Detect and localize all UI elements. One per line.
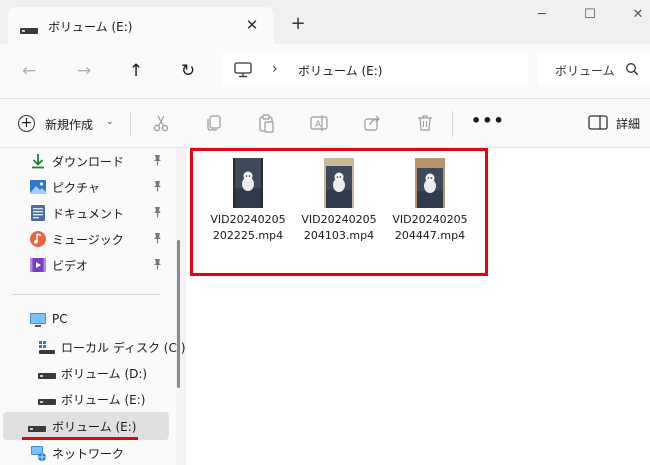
sidebar-item-label: ピクチャ xyxy=(52,181,100,195)
command-bar: + 新規作成 ⌄ A ••• 詳細 xyxy=(0,98,650,148)
sidebar-item-label: ボリューム (D:) xyxy=(61,367,148,381)
local-disk-icon xyxy=(38,338,56,356)
pin-icon[interactable] xyxy=(152,180,163,195)
tab-volume-e[interactable]: ボリューム (E:) ✕ xyxy=(8,7,274,44)
sidebar-item-label: ダウンロード xyxy=(52,155,125,169)
back-button[interactable]: ← xyxy=(17,59,41,83)
more-options-button[interactable]: ••• xyxy=(471,111,505,130)
sidebar-item-label: ローカル ディスク (C:) xyxy=(61,341,186,355)
tab-close-icon[interactable]: ✕ xyxy=(242,15,262,35)
sidebar-scrollbar[interactable] xyxy=(177,240,180,388)
cut-icon[interactable] xyxy=(151,113,173,135)
pictures-icon xyxy=(29,178,47,196)
sidebar-item-volume-e[interactable]: ボリューム (E:) xyxy=(3,413,169,439)
sidebar-item-label: ミュージック xyxy=(52,233,124,247)
minimize-button[interactable]: ─ xyxy=(530,5,554,25)
toolbar-divider xyxy=(130,111,131,137)
sidebar-item-music[interactable]: ミュージック xyxy=(0,226,176,252)
pin-icon[interactable] xyxy=(152,258,163,273)
file-item[interactable]: VID20240205204103.mp4 xyxy=(300,156,378,266)
delete-icon[interactable] xyxy=(415,113,437,135)
sidebar-divider xyxy=(12,294,160,295)
share-icon[interactable] xyxy=(362,113,384,135)
sidebar-item-label: PC xyxy=(52,312,68,326)
sidebar-item-videos[interactable]: ビデオ xyxy=(0,252,176,278)
drive-icon xyxy=(20,23,38,37)
drive-icon xyxy=(38,394,56,412)
address-bar[interactable]: › ボリューム (E:) xyxy=(222,53,528,87)
pin-icon[interactable] xyxy=(152,232,163,247)
pin-icon[interactable] xyxy=(152,206,163,221)
file-item[interactable]: VID20240205202225.mp4 xyxy=(209,156,287,266)
up-button[interactable]: ↑ xyxy=(124,59,148,83)
navigation-bar: ← → ↑ ↻ › ボリューム (E:) ボリューム (E:)の検索 xyxy=(0,44,650,98)
videos-icon xyxy=(29,256,47,274)
pc-icon xyxy=(29,311,47,329)
network-icon xyxy=(29,444,47,462)
maximize-button[interactable]: ☐ xyxy=(578,5,602,25)
forward-button[interactable]: → xyxy=(72,59,96,83)
file-item[interactable]: VID20240205204447.mp4 xyxy=(391,156,469,266)
video-thumbnail xyxy=(324,158,354,208)
title-bar: ボリューム (E:) ✕ + ─ ☐ ✕ xyxy=(0,0,650,44)
new-button-label: 新規作成 xyxy=(45,118,94,132)
sidebar-item-documents[interactable]: ドキュメント xyxy=(0,200,176,226)
search-input[interactable]: ボリューム (E:)の検索 xyxy=(555,62,615,79)
breadcrumb-separator: › xyxy=(272,61,278,77)
sidebar-item-label: ビデオ xyxy=(52,259,89,273)
sidebar-item-network[interactable]: ネットワーク xyxy=(0,440,176,465)
download-icon xyxy=(29,152,47,170)
file-name: VID20240205204103.mp4 xyxy=(301,213,377,242)
sidebar-item-pictures[interactable]: ピクチャ xyxy=(0,174,176,200)
search-icon[interactable] xyxy=(625,62,639,79)
paste-icon[interactable] xyxy=(256,113,278,135)
music-icon xyxy=(29,230,47,248)
sidebar-item-volume-d[interactable]: ボリューム (D:) xyxy=(0,360,176,386)
tab-title: ボリューム (E:) xyxy=(48,20,133,34)
sidebar-item-volume-e-sub[interactable]: ボリューム (E:) xyxy=(0,386,176,412)
refresh-button[interactable]: ↻ xyxy=(176,59,200,83)
copy-icon[interactable] xyxy=(204,113,226,135)
sidebar-item-local-disk-c[interactable]: ローカル ディスク (C:) xyxy=(0,334,186,360)
file-name: VID20240205204447.mp4 xyxy=(392,213,468,242)
chevron-down-icon: ⌄ xyxy=(106,117,114,127)
sidebar-item-label: ネットワーク xyxy=(52,447,125,461)
video-thumbnail xyxy=(233,158,263,208)
sidebar-item-pc[interactable]: PC xyxy=(0,307,176,333)
documents-icon xyxy=(29,204,47,222)
svg-text:A: A xyxy=(315,120,322,130)
plus-circle-icon: + xyxy=(18,115,35,132)
search-box[interactable]: ボリューム (E:)の検索 xyxy=(538,53,650,87)
video-thumbnail xyxy=(415,158,445,208)
drive-icon xyxy=(38,368,56,386)
monitor-icon xyxy=(234,62,252,81)
window-close-button[interactable]: ✕ xyxy=(626,5,650,25)
pin-icon[interactable] xyxy=(152,154,163,169)
details-pane-icon xyxy=(588,115,608,134)
sidebar-item-label: ドキュメント xyxy=(52,207,125,221)
rename-icon[interactable]: A xyxy=(309,113,331,135)
sidebar-item-label: ボリューム (E:) xyxy=(52,420,137,434)
sidebar-item-downloads[interactable]: ダウンロード xyxy=(0,148,176,174)
file-name: VID20240205202225.mp4 xyxy=(210,213,286,242)
breadcrumb[interactable]: ボリューム (E:) xyxy=(298,62,382,79)
new-tab-button[interactable]: + xyxy=(288,14,308,34)
sidebar-item-label: ボリューム (E:) xyxy=(61,393,146,407)
toolbar-divider xyxy=(452,111,453,137)
details-label: 詳細 xyxy=(616,117,641,131)
